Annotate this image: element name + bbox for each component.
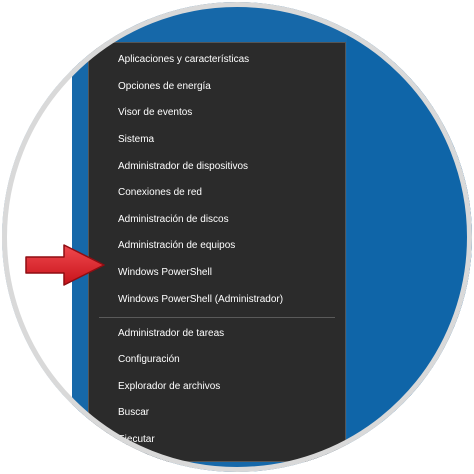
menu-item-computer-management[interactable]: Administración de equipos — [89, 233, 345, 259]
menu-item-power-options[interactable]: Opciones de energía — [89, 74, 345, 100]
menu-item-network-connections[interactable]: Conexiones de red — [89, 180, 345, 206]
menu-item-device-manager[interactable]: Administrador de dispositivos — [89, 154, 345, 180]
red-arrow-icon — [25, 244, 105, 286]
desktop-background-right — [347, 2, 472, 472]
menu-item-file-explorer[interactable]: Explorador de archivos — [89, 374, 345, 400]
menu-item-system[interactable]: Sistema — [89, 127, 345, 153]
winx-context-menu: Aplicaciones y características Opciones … — [88, 42, 346, 462]
menu-item-powershell-admin[interactable]: Windows PowerShell (Administrador) — [89, 287, 345, 313]
menu-item-disk-management[interactable]: Administración de discos — [89, 207, 345, 233]
desktop-background-left — [2, 2, 72, 472]
menu-item-powershell[interactable]: Windows PowerShell — [89, 260, 345, 286]
menu-item-apps-features[interactable]: Aplicaciones y características — [89, 47, 345, 73]
taskbar-strip — [72, 2, 88, 472]
circular-screenshot-frame: Aplicaciones y características Opciones … — [2, 2, 472, 472]
menu-item-task-manager[interactable]: Administrador de tareas — [89, 321, 345, 347]
menu-item-search[interactable]: Buscar — [89, 400, 345, 426]
menu-item-event-viewer[interactable]: Visor de eventos — [89, 100, 345, 126]
menu-item-run[interactable]: Ejecutar — [89, 427, 345, 453]
menu-item-settings[interactable]: Configuración — [89, 347, 345, 373]
menu-separator — [99, 317, 335, 318]
